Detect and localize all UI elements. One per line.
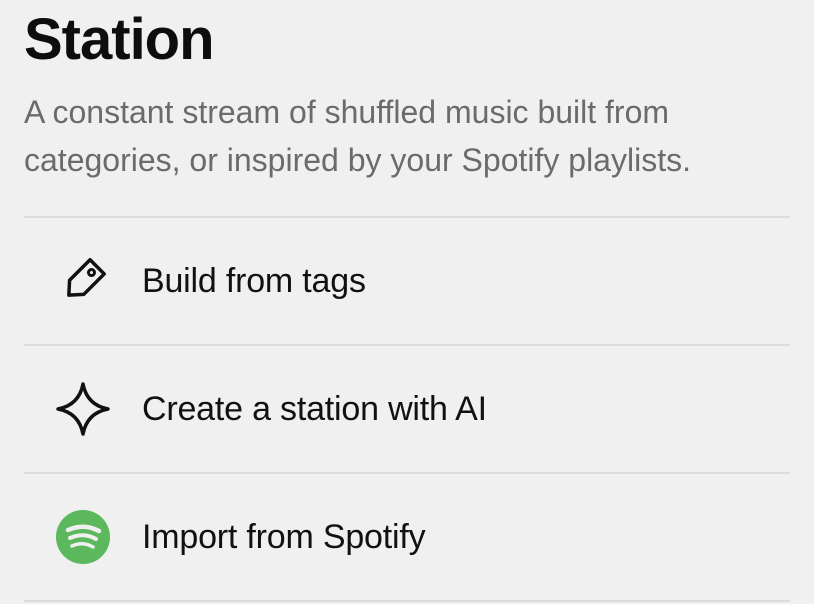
build-from-tags-label: Build from tags	[142, 261, 366, 300]
page-title: Station	[24, 7, 215, 72]
create-station-ai-option[interactable]: Create a station with AI	[24, 346, 790, 472]
import-from-spotify-option[interactable]: Import from Spotify	[24, 474, 790, 600]
create-station-ai-label: Create a station with AI	[142, 389, 487, 428]
sparkle-icon	[54, 380, 112, 438]
build-from-tags-option[interactable]: Build from tags	[24, 218, 790, 344]
import-from-spotify-label: Import from Spotify	[142, 517, 426, 556]
spotify-icon	[54, 508, 112, 566]
page-description: A constant stream of shuffled music buil…	[24, 94, 691, 178]
divider	[24, 600, 790, 602]
tag-icon	[54, 252, 112, 310]
station-options-list: Build from tags Create a station with AI…	[24, 216, 790, 602]
